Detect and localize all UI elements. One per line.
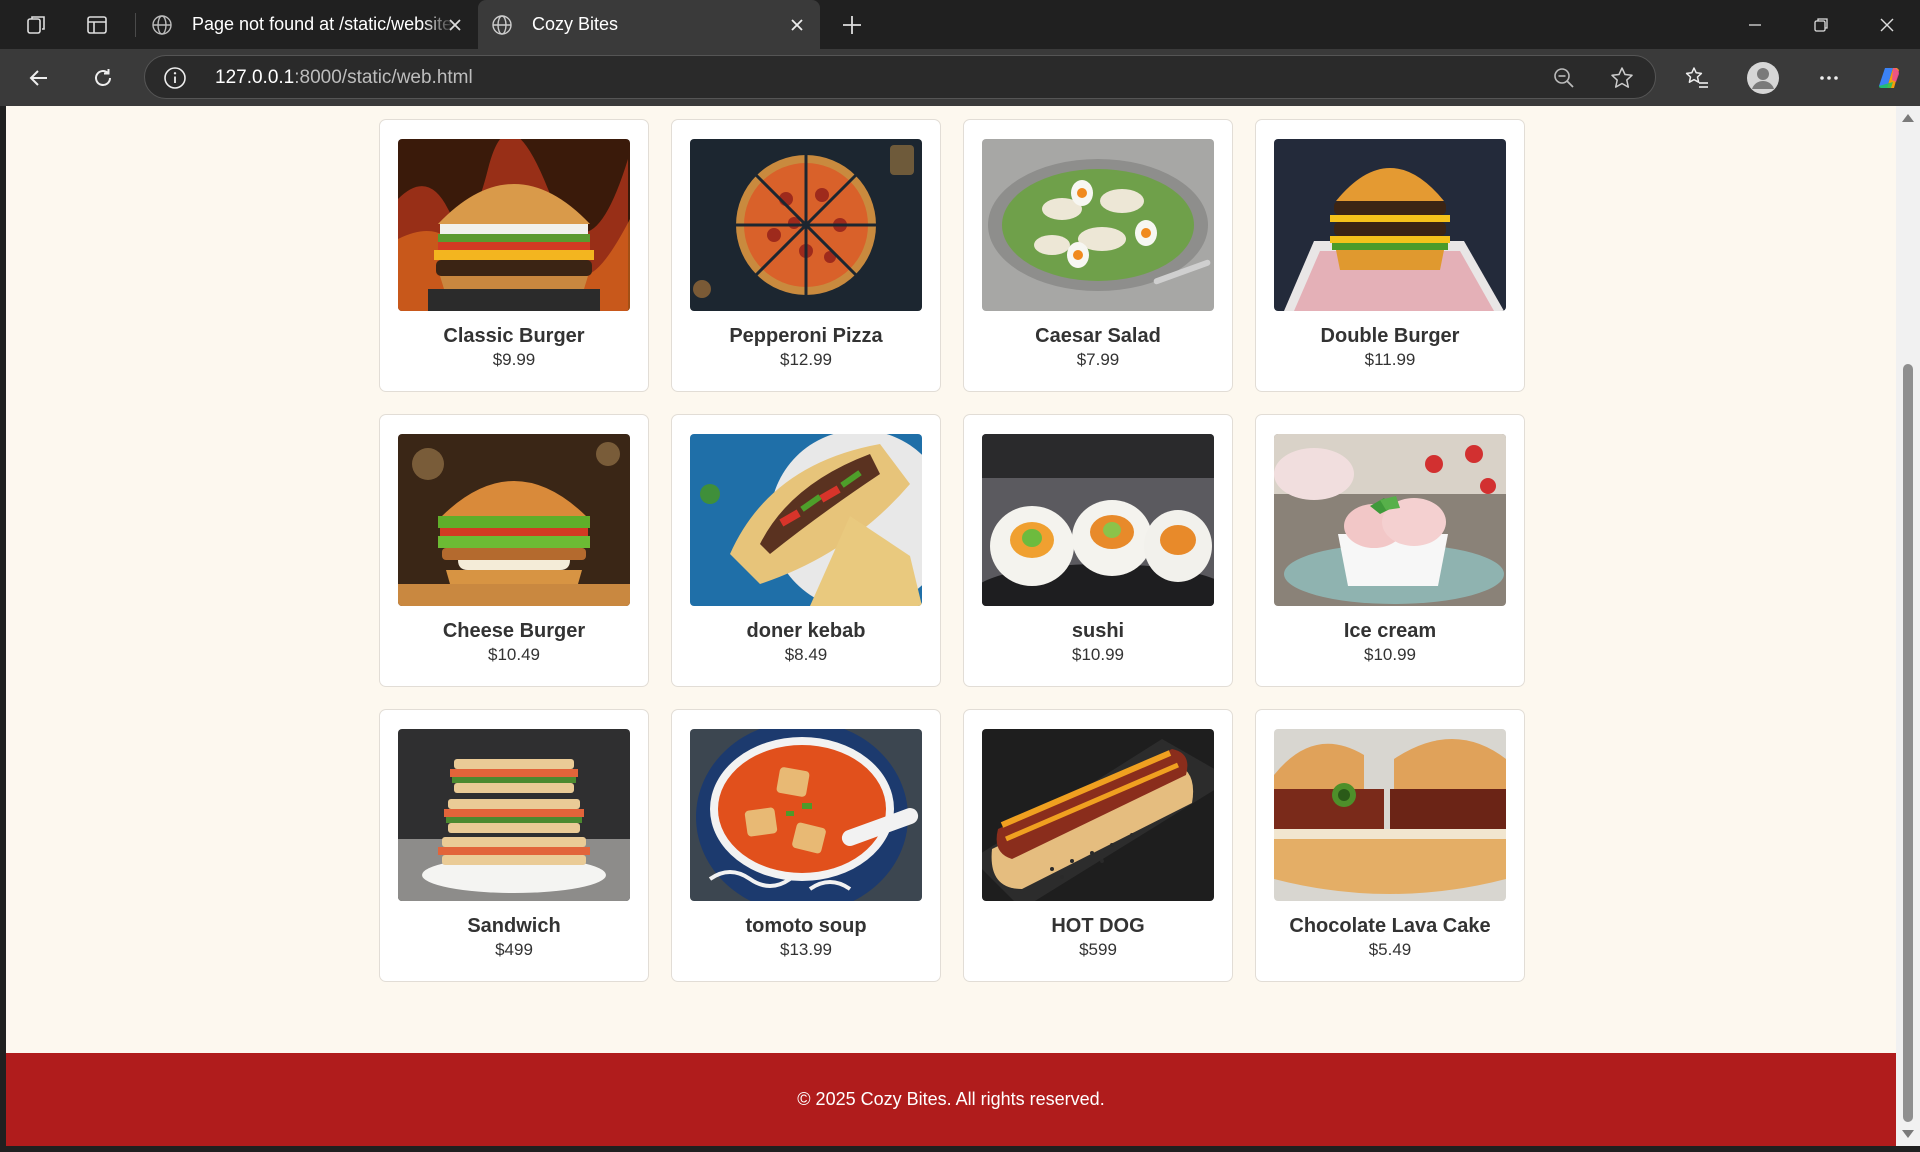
menu-card[interactable]: Cheese Burger $10.49 [379, 414, 649, 687]
burger-photo [398, 434, 630, 606]
copyright-text: © 2025 Cozy Bites. All rights reserved. [797, 1089, 1105, 1109]
window-close-icon[interactable] [1854, 0, 1920, 49]
more-options-icon[interactable] [1810, 59, 1848, 97]
url-path: :8000/static/web.html [294, 67, 473, 88]
burger-photo [1274, 729, 1506, 901]
item-name: Pepperoni Pizza [729, 325, 883, 347]
item-name: Chocolate Lava Cake [1289, 915, 1491, 937]
browser-titlebar: Page not found at /static/website Cozy B… [0, 0, 1920, 49]
item-price: $10.99 [1072, 645, 1124, 664]
page-scrollbar[interactable] [1896, 106, 1920, 1146]
page-footer: © 2025 Cozy Bites. All rights reserved. [6, 1053, 1896, 1146]
menu-card[interactable]: Pepperoni Pizza $12.99 [671, 119, 941, 392]
menu-card[interactable]: Ice cream $10.99 [1255, 414, 1525, 687]
workspaces-icon[interactable] [20, 8, 54, 42]
item-name: HOT DOG [1051, 915, 1145, 937]
globe-icon [148, 11, 176, 39]
burger-photo [1274, 139, 1506, 311]
kebab-photo [690, 434, 922, 606]
menu-card[interactable]: doner kebab $8.49 [671, 414, 941, 687]
item-name: Classic Burger [443, 325, 585, 347]
menu-card[interactable]: Caesar Salad $7.99 [963, 119, 1233, 392]
item-price: $5.49 [1368, 940, 1412, 959]
item-name: Double Burger [1320, 325, 1460, 347]
tab-cozy-bites[interactable]: Cozy Bites [478, 0, 820, 49]
tab-title: Cozy Bites [532, 14, 619, 34]
tab-title: Page not found at /static/website [192, 14, 453, 34]
item-name: sushi [1071, 620, 1125, 642]
copilot-icon[interactable] [1870, 59, 1908, 97]
sandwich-photo [398, 729, 630, 901]
site-info-icon[interactable] [163, 66, 187, 90]
item-name: Caesar Salad [1035, 325, 1161, 347]
burger-photo [398, 139, 630, 311]
hot-dog-photo [982, 729, 1214, 901]
page-viewport: Classic Burger $9.99 Pepperoni Pizza $12… [6, 106, 1896, 1146]
zoom-out-icon[interactable] [1551, 65, 1577, 91]
menu-card[interactable]: sushi $10.99 [963, 414, 1233, 687]
menu-card[interactable]: Chocolate Lava Cake $5.49 [1255, 709, 1525, 982]
item-price: $10.49 [488, 645, 540, 664]
menu-card[interactable]: Double Burger $11.99 [1255, 119, 1525, 392]
item-name: Sandwich [467, 915, 561, 937]
item-price: $9.99 [492, 350, 536, 369]
back-arrow-icon[interactable] [20, 59, 58, 97]
url-text: 127.0.0.1:8000/static/web.html [215, 67, 473, 89]
menu-card[interactable]: Sandwich $499 [379, 709, 649, 982]
menu-card[interactable]: tomoto soup $13.99 [671, 709, 941, 982]
favorite-star-icon[interactable] [1609, 65, 1635, 91]
browser-toolbar: 127.0.0.1:8000/static/web.html [0, 49, 1920, 106]
item-price: $13.99 [780, 940, 832, 959]
tab-actions-icon[interactable] [80, 8, 114, 42]
ice-cream-photo [1274, 434, 1506, 606]
menu-grid: Classic Burger $9.99 Pepperoni Pizza $12… [379, 119, 1529, 982]
soup-photo [690, 729, 922, 901]
item-price: $499 [495, 940, 533, 959]
sushi-photo [982, 434, 1214, 606]
item-price: $12.99 [780, 350, 832, 369]
favorites-list-icon[interactable] [1678, 59, 1716, 97]
menu-card[interactable]: HOT DOG $599 [963, 709, 1233, 982]
globe-icon [488, 11, 516, 39]
item-name: doner kebab [746, 620, 866, 642]
scroll-up-arrow-icon[interactable] [1902, 114, 1914, 122]
item-price: $7.99 [1076, 350, 1120, 369]
url-host: 127.0.0.1 [215, 67, 295, 88]
new-tab-plus-icon[interactable] [835, 8, 869, 42]
menu-card[interactable]: Classic Burger $9.99 [379, 119, 649, 392]
item-price: $8.49 [784, 645, 828, 664]
minimize-icon[interactable] [1722, 0, 1788, 49]
pizza-photo [690, 139, 922, 311]
tab-page-not-found[interactable]: Page not found at /static/website [138, 0, 478, 49]
item-price: $599 [1079, 940, 1117, 959]
close-icon[interactable] [442, 12, 468, 38]
titlebar-separator [135, 13, 136, 37]
address-bar[interactable]: 127.0.0.1:8000/static/web.html [144, 55, 1656, 99]
refresh-icon[interactable] [84, 59, 122, 97]
scrollbar-thumb[interactable] [1903, 364, 1913, 1122]
restore-icon[interactable] [1788, 0, 1854, 49]
item-name: tomoto soup [745, 915, 867, 937]
item-price: $10.99 [1364, 645, 1416, 664]
salad-photo [982, 139, 1214, 311]
profile-avatar-icon[interactable] [1744, 59, 1782, 97]
item-name: Ice cream [1343, 620, 1437, 642]
item-name: Cheese Burger [442, 620, 586, 642]
scroll-down-arrow-icon[interactable] [1902, 1130, 1914, 1138]
item-price: $11.99 [1364, 350, 1416, 369]
close-icon[interactable] [784, 12, 810, 38]
